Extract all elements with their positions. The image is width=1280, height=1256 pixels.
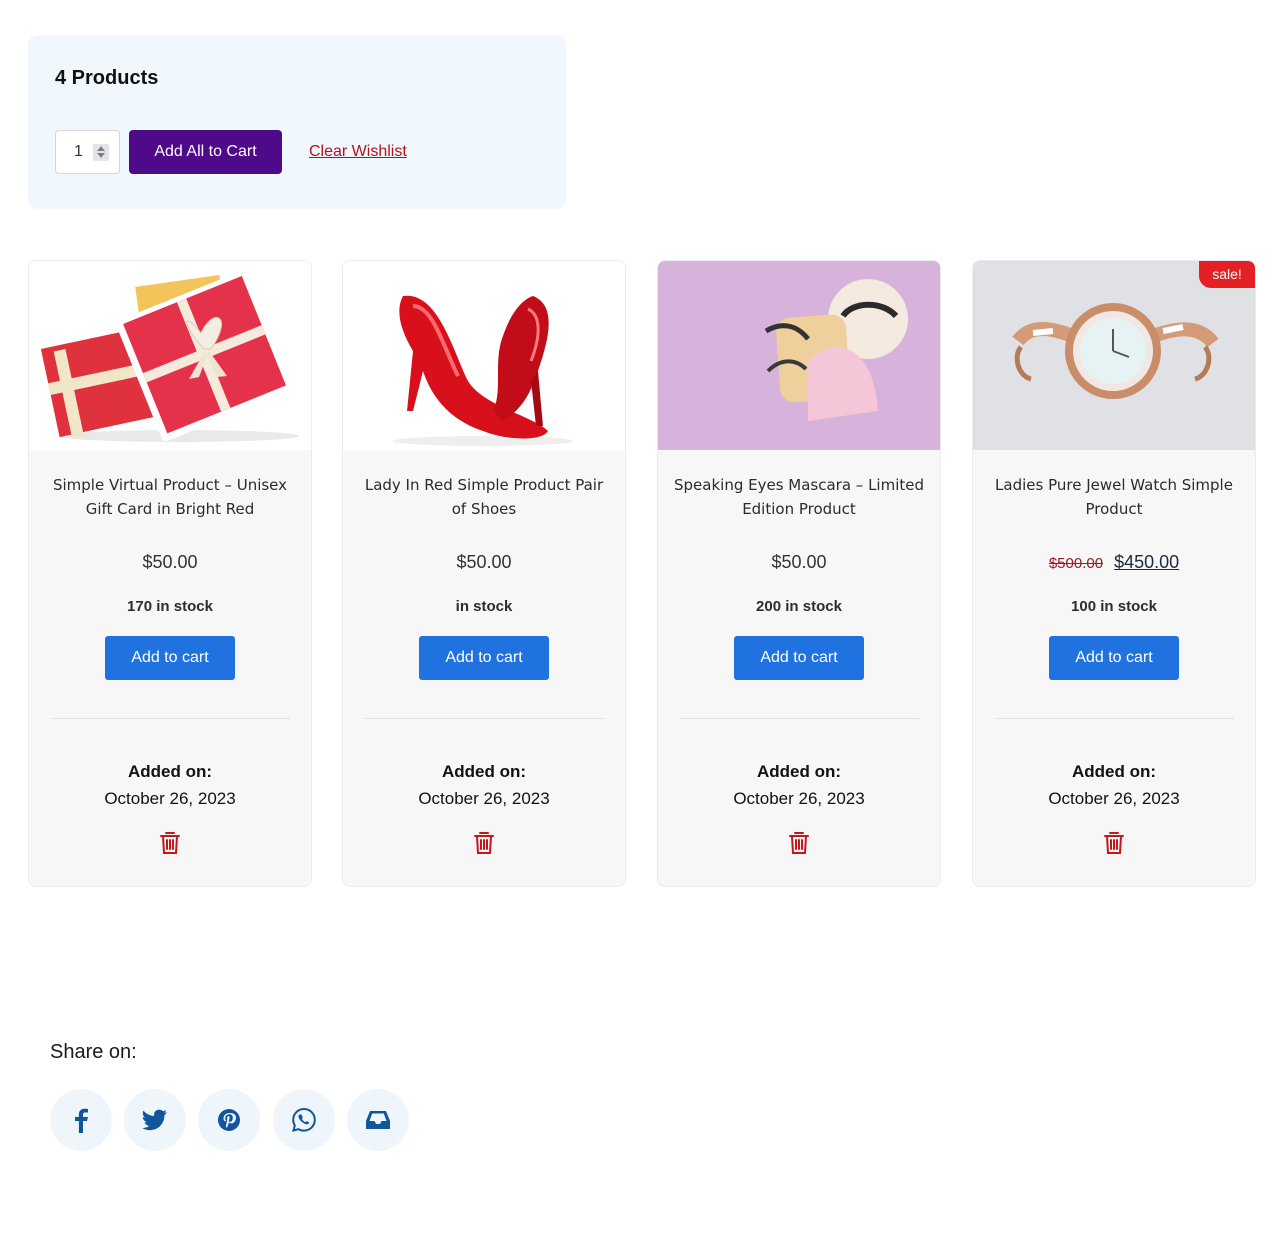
sale-price: $450.00 bbox=[1114, 552, 1180, 572]
product-card: sale! Ladies Pure Jewel Watch Simple Pro… bbox=[972, 260, 1256, 887]
share-label: Share on: bbox=[50, 1041, 137, 1063]
stock-status: 200 in stock bbox=[756, 598, 842, 615]
email-share-button[interactable] bbox=[347, 1089, 409, 1151]
product-card: Speaking Eyes Mascara – Limited Edition … bbox=[657, 260, 941, 887]
stock-status: 170 in stock bbox=[127, 598, 213, 615]
product-price: $50.00 bbox=[142, 552, 198, 572]
added-on-date: October 26, 2023 bbox=[418, 789, 550, 808]
red-heels-image[interactable] bbox=[343, 261, 625, 450]
added-on-date: October 26, 2023 bbox=[1048, 789, 1180, 808]
product-price: $50.00 bbox=[456, 552, 512, 572]
divider bbox=[365, 718, 604, 719]
add-to-cart-button[interactable]: Add to cart bbox=[734, 636, 864, 680]
facebook-icon bbox=[75, 1108, 88, 1133]
stock-status: 100 in stock bbox=[1071, 598, 1157, 615]
pinterest-share-button[interactable] bbox=[198, 1089, 260, 1151]
twitter-share-button[interactable] bbox=[124, 1089, 186, 1151]
add-to-cart-button[interactable]: Add to cart bbox=[1049, 636, 1179, 680]
add-to-cart-button[interactable]: Add to cart bbox=[419, 636, 549, 680]
product-card: Simple Virtual Product – Unisex Gift Car… bbox=[28, 260, 312, 887]
eyelashes-image[interactable] bbox=[658, 261, 940, 450]
quantity-value[interactable]: 1 bbox=[74, 143, 83, 161]
product-title[interactable]: Lady In Red Simple Product Pair of Shoes bbox=[357, 473, 611, 521]
added-on-label: Added on: bbox=[756, 762, 842, 781]
sale-badge: sale! bbox=[1199, 261, 1255, 288]
whatsapp-share-button[interactable] bbox=[273, 1089, 335, 1151]
add-to-cart-button[interactable]: Add to cart bbox=[105, 636, 235, 680]
added-on-label: Added on: bbox=[441, 762, 527, 781]
facebook-share-button[interactable] bbox=[50, 1089, 112, 1151]
original-price: $500.00 bbox=[1048, 555, 1104, 572]
trash-icon[interactable] bbox=[1103, 831, 1125, 855]
added-on-date: October 26, 2023 bbox=[733, 789, 865, 808]
twitter-icon bbox=[142, 1109, 167, 1131]
added-on-label: Added on: bbox=[127, 762, 213, 781]
trash-icon[interactable] bbox=[473, 831, 495, 855]
divider bbox=[51, 718, 290, 719]
divider bbox=[995, 718, 1234, 719]
product-title[interactable]: Speaking Eyes Mascara – Limited Edition … bbox=[672, 473, 926, 521]
trash-icon[interactable] bbox=[788, 831, 810, 855]
product-card: Lady In Red Simple Product Pair of Shoes… bbox=[342, 260, 626, 887]
divider bbox=[680, 718, 919, 719]
gift-box-image[interactable] bbox=[29, 261, 311, 450]
email-inbox-icon bbox=[366, 1111, 390, 1129]
stock-status: in stock bbox=[455, 598, 513, 615]
spin-arrows-icon[interactable] bbox=[93, 144, 109, 161]
watch-image[interactable] bbox=[973, 261, 1255, 450]
clear-wishlist-link[interactable]: Clear Wishlist bbox=[309, 143, 407, 161]
pinterest-icon bbox=[218, 1109, 240, 1131]
quantity-stepper[interactable]: 1 bbox=[55, 130, 120, 174]
product-price: $50.00 bbox=[771, 552, 827, 572]
product-title[interactable]: Ladies Pure Jewel Watch Simple Product bbox=[987, 473, 1241, 521]
product-price: $500.00 $450.00 bbox=[973, 552, 1255, 573]
add-all-to-cart-button[interactable]: Add All to Cart bbox=[129, 130, 282, 174]
trash-icon[interactable] bbox=[159, 831, 181, 855]
product-count: 4 Products bbox=[55, 67, 159, 89]
whatsapp-icon bbox=[292, 1107, 316, 1132]
wishlist-summary: 4 Products 1 Add All to Cart Clear Wishl… bbox=[28, 35, 566, 209]
added-on-label: Added on: bbox=[1071, 762, 1157, 781]
added-on-date: October 26, 2023 bbox=[104, 789, 236, 808]
product-title[interactable]: Simple Virtual Product – Unisex Gift Car… bbox=[43, 473, 297, 521]
